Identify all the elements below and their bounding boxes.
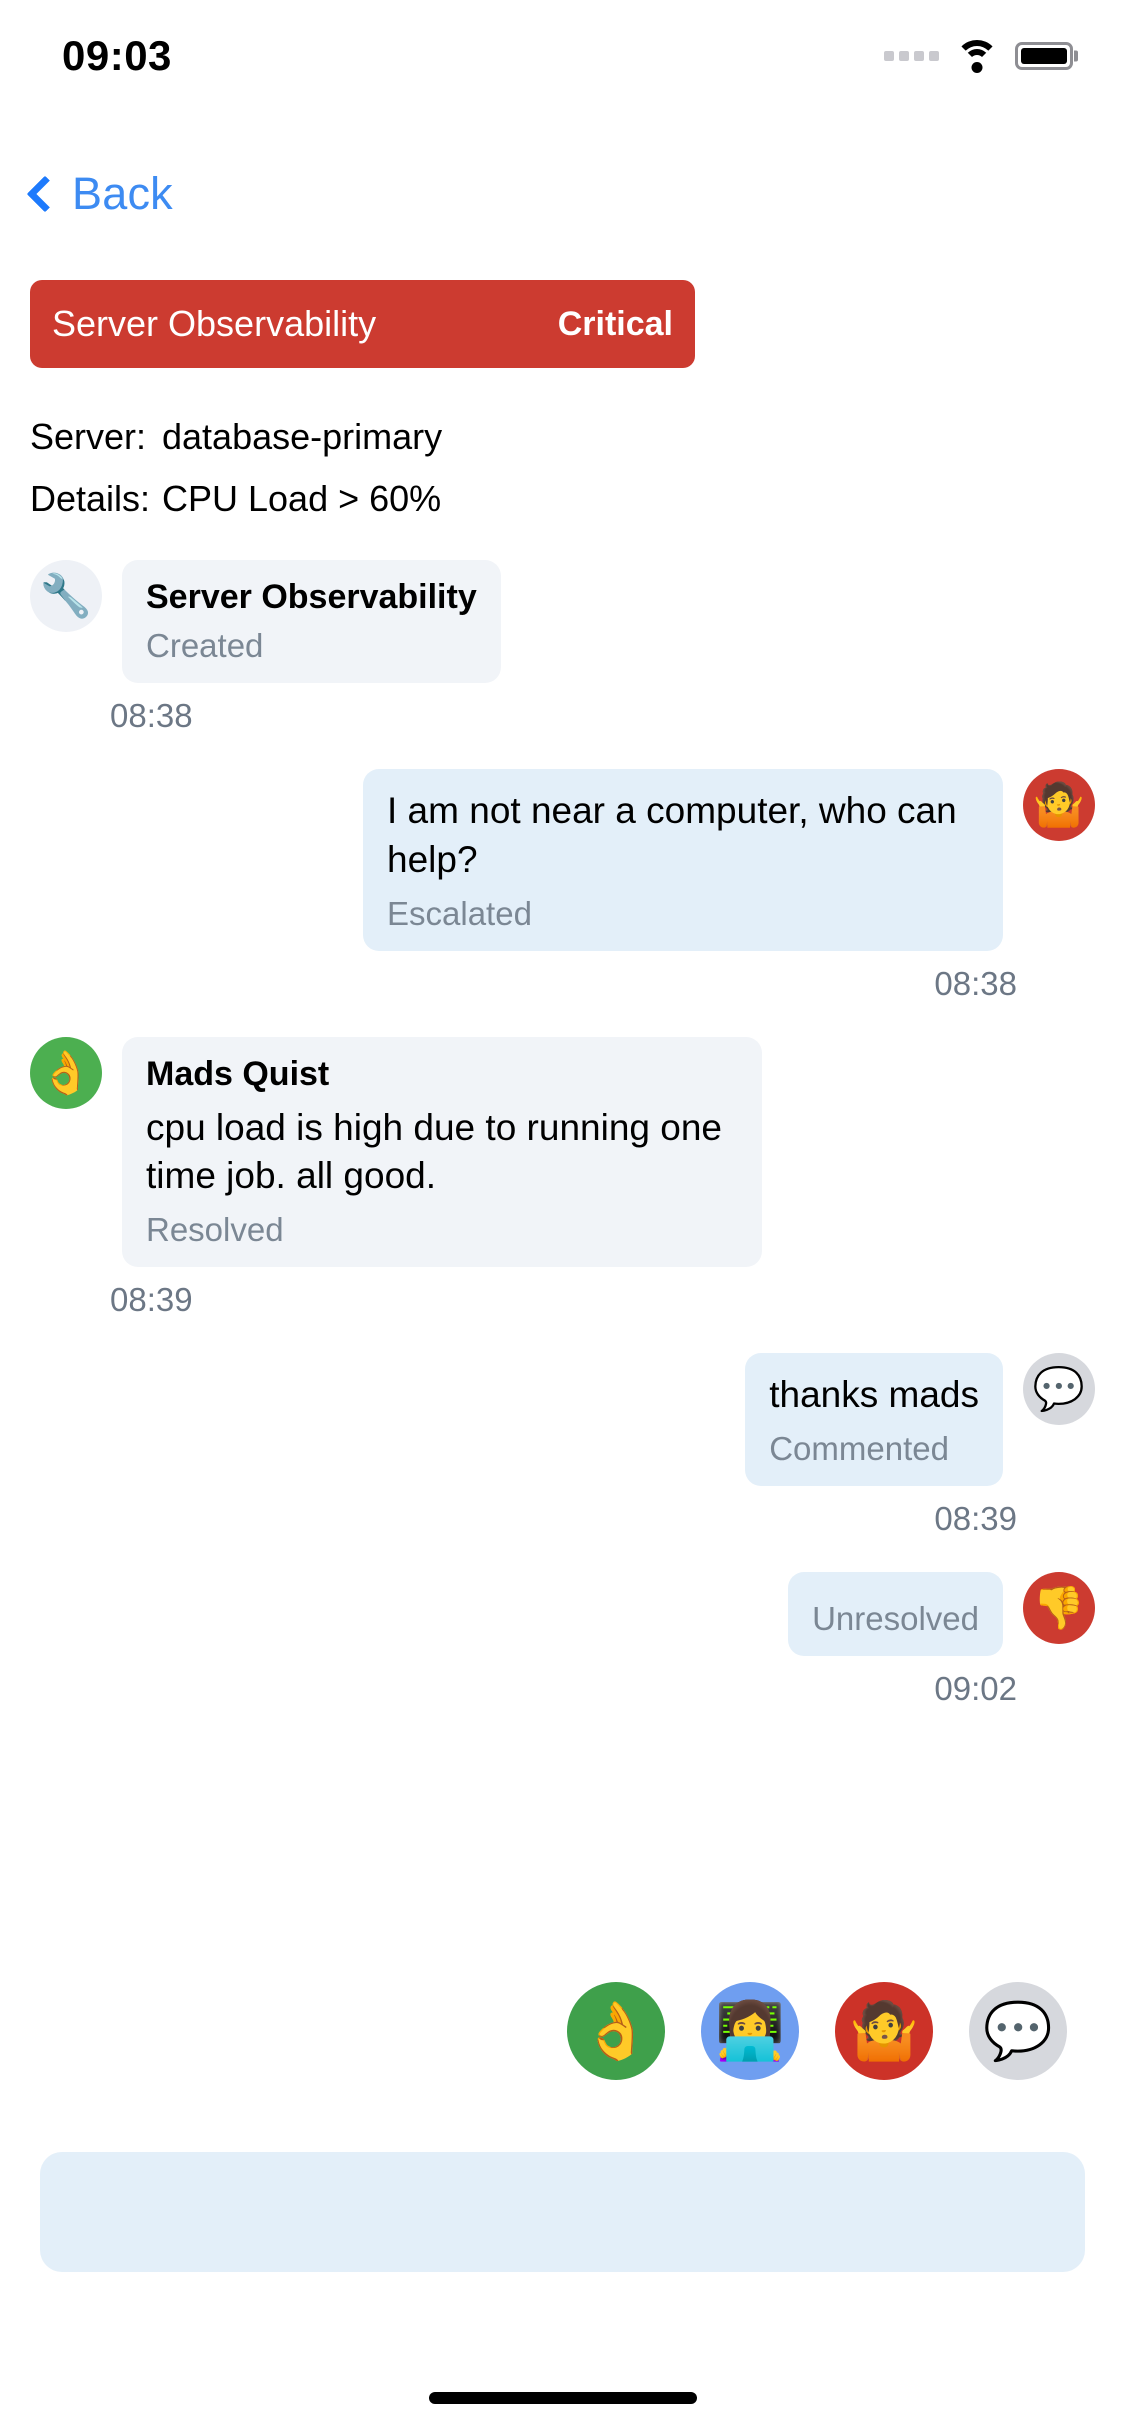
shrug-reaction-button[interactable]: 🤷 <box>835 1982 933 2080</box>
message-status: Commented <box>769 1430 949 1468</box>
woman-technologist-reaction-button[interactable]: 👩‍💻 <box>701 1982 799 2080</box>
alert-title: Server Observability <box>52 303 377 344</box>
wrench-emoji-avatar: 🔧 <box>30 560 102 632</box>
speech-balloon-emoji-avatar: 💬 <box>1023 1353 1095 1426</box>
server-label: Server: <box>30 416 147 457</box>
message-bubble[interactable]: Unresolved <box>788 1572 1003 1657</box>
message-text: thanks mads <box>769 1374 979 1416</box>
alert-banner[interactable]: Server Observability Critical <box>30 280 695 368</box>
message-input[interactable] <box>40 2152 1085 2272</box>
server-row: Server: database-primary <box>30 416 442 458</box>
message-row: 👌 Mads Quist cpu load is high due to run… <box>0 1036 1125 1268</box>
message-timestamp: 08:39 <box>934 1500 1017 1538</box>
message-bubble[interactable]: Server Observability Created <box>122 560 501 683</box>
reaction-picker: 👌 👩‍💻 🤷 💬 <box>0 1982 1125 2080</box>
wifi-icon <box>955 40 999 73</box>
message-status: Created <box>146 627 264 664</box>
message-text: I am not near a computer, who can help? <box>387 790 957 880</box>
message-row: I am not near a computer, who can help? … <box>0 769 1125 951</box>
message-bubble[interactable]: thanks mads Commented <box>745 1353 1003 1487</box>
ok-hand-reaction-button[interactable]: 👌 <box>567 1982 665 2080</box>
message-text: cpu load is high due to running one time… <box>146 1106 722 1197</box>
details-label: Details: <box>30 478 151 519</box>
message-item: I am not near a computer, who can help? … <box>0 769 1125 1003</box>
message-sender: Server Observability <box>146 578 477 616</box>
message-timestamp: 08:39 <box>110 1281 193 1319</box>
ok-hand-emoji-avatar: 👌 <box>30 1036 102 1109</box>
message-bubble[interactable]: I am not near a computer, who can help? … <box>363 769 1003 951</box>
phone-screen: 09:03 Back Server Observability Critical… <box>0 0 1125 2436</box>
message-row: 🔧 Server Observability Created <box>0 560 1125 683</box>
message-item: 👌 Mads Quist cpu load is high due to run… <box>0 1036 1125 1320</box>
shrug-emoji-avatar: 🤷 <box>1023 769 1095 841</box>
back-button-label: Back <box>72 168 173 219</box>
message-timestamp: 08:38 <box>934 964 1017 1002</box>
details-row: Details: CPU Load > 60% <box>30 478 441 520</box>
message-row: Unresolved 👎 <box>0 1572 1125 1657</box>
home-indicator <box>428 2392 697 2404</box>
message-composer[interactable] <box>40 2152 1085 2272</box>
status-time: 09:03 <box>62 32 172 79</box>
message-timestamp: 08:38 <box>110 697 193 734</box>
status-bar: 09:03 <box>0 0 1125 112</box>
message-status: Escalated <box>387 894 532 932</box>
back-button[interactable]: Back <box>26 168 173 220</box>
details-value: CPU Load > 60% <box>162 478 442 519</box>
message-sender: Mads Quist <box>146 1054 330 1093</box>
thumbs-down-emoji-avatar: 👎 <box>1023 1572 1095 1645</box>
server-value: database-primary <box>162 416 443 457</box>
message-status: Resolved <box>146 1211 284 1249</box>
status-indicators <box>884 40 1078 73</box>
speech-balloon-reaction-button[interactable]: 💬 <box>969 1982 1067 2080</box>
message-row: thanks mads Commented 💬 <box>0 1353 1125 1487</box>
message-item: 🔧 Server Observability Created 08:38 <box>0 560 1125 735</box>
battery-full-icon <box>1015 42 1078 70</box>
message-item: thanks mads Commented 💬 08:39 <box>0 1353 1125 1538</box>
chevron-left-icon <box>26 175 64 213</box>
severity-badge: Critical <box>557 304 673 343</box>
message-status: Unresolved <box>812 1600 979 1638</box>
message-timestamp: 09:02 <box>934 1670 1017 1708</box>
signal-dots-icon <box>884 51 939 61</box>
message-thread: 🔧 Server Observability Created 08:38 I a… <box>0 560 1125 1742</box>
message-item: Unresolved 👎 09:02 <box>0 1572 1125 1708</box>
message-bubble[interactable]: Mads Quist cpu load is high due to runni… <box>122 1036 762 1268</box>
